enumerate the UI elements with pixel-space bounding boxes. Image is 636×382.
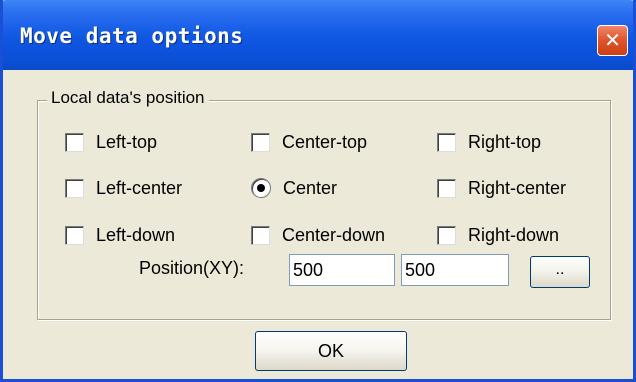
left-top-label: Left-top: [96, 131, 158, 152]
option-right-center[interactable]: Right-center: [437, 176, 566, 200]
close-button[interactable]: ✕: [597, 25, 628, 56]
right-center-checkbox[interactable]: [437, 178, 456, 198]
right-center-label: Right-center: [468, 177, 567, 198]
radio-selected-dot: [257, 184, 265, 192]
center-radio[interactable]: [251, 178, 271, 198]
center-top-checkbox[interactable]: [251, 132, 270, 152]
left-down-label: Left-down: [96, 224, 176, 245]
position-x-input[interactable]: [289, 254, 395, 286]
left-top-checkbox[interactable]: [65, 132, 84, 152]
right-top-checkbox[interactable]: [437, 132, 456, 152]
window-title: Move data options: [20, 24, 244, 48]
close-icon: ✕: [604, 28, 621, 52]
option-center[interactable]: Center: [251, 176, 337, 200]
center-label: Center: [283, 177, 338, 198]
ok-button[interactable]: OK: [255, 331, 407, 371]
center-down-label: Center-down: [282, 224, 386, 245]
move-data-options-dialog: Move data options ✕ Local data's positio…: [0, 0, 636, 382]
groupbox-label: Local data's position: [47, 88, 209, 108]
center-down-checkbox[interactable]: [251, 225, 270, 245]
option-center-down[interactable]: Center-down: [251, 223, 385, 247]
option-left-down[interactable]: Left-down: [65, 223, 175, 247]
right-down-label: Right-down: [468, 224, 560, 245]
option-left-top[interactable]: Left-top: [65, 130, 157, 154]
left-down-checkbox[interactable]: [65, 225, 84, 245]
center-top-label: Center-top: [282, 131, 368, 152]
position-y-input[interactable]: [401, 254, 509, 286]
option-left-center[interactable]: Left-center: [65, 176, 182, 200]
position-xy-label: Position(XY):: [139, 258, 245, 278]
left-center-label: Left-center: [96, 177, 183, 198]
title-bar[interactable]: Move data options ✕: [3, 0, 633, 70]
right-top-label: Right-top: [468, 131, 542, 152]
browse-button[interactable]: ..: [530, 256, 590, 288]
option-right-down[interactable]: Right-down: [437, 223, 559, 247]
option-right-top[interactable]: Right-top: [437, 130, 541, 154]
left-center-checkbox[interactable]: [65, 178, 84, 198]
right-down-checkbox[interactable]: [437, 225, 456, 245]
option-center-top[interactable]: Center-top: [251, 130, 367, 154]
